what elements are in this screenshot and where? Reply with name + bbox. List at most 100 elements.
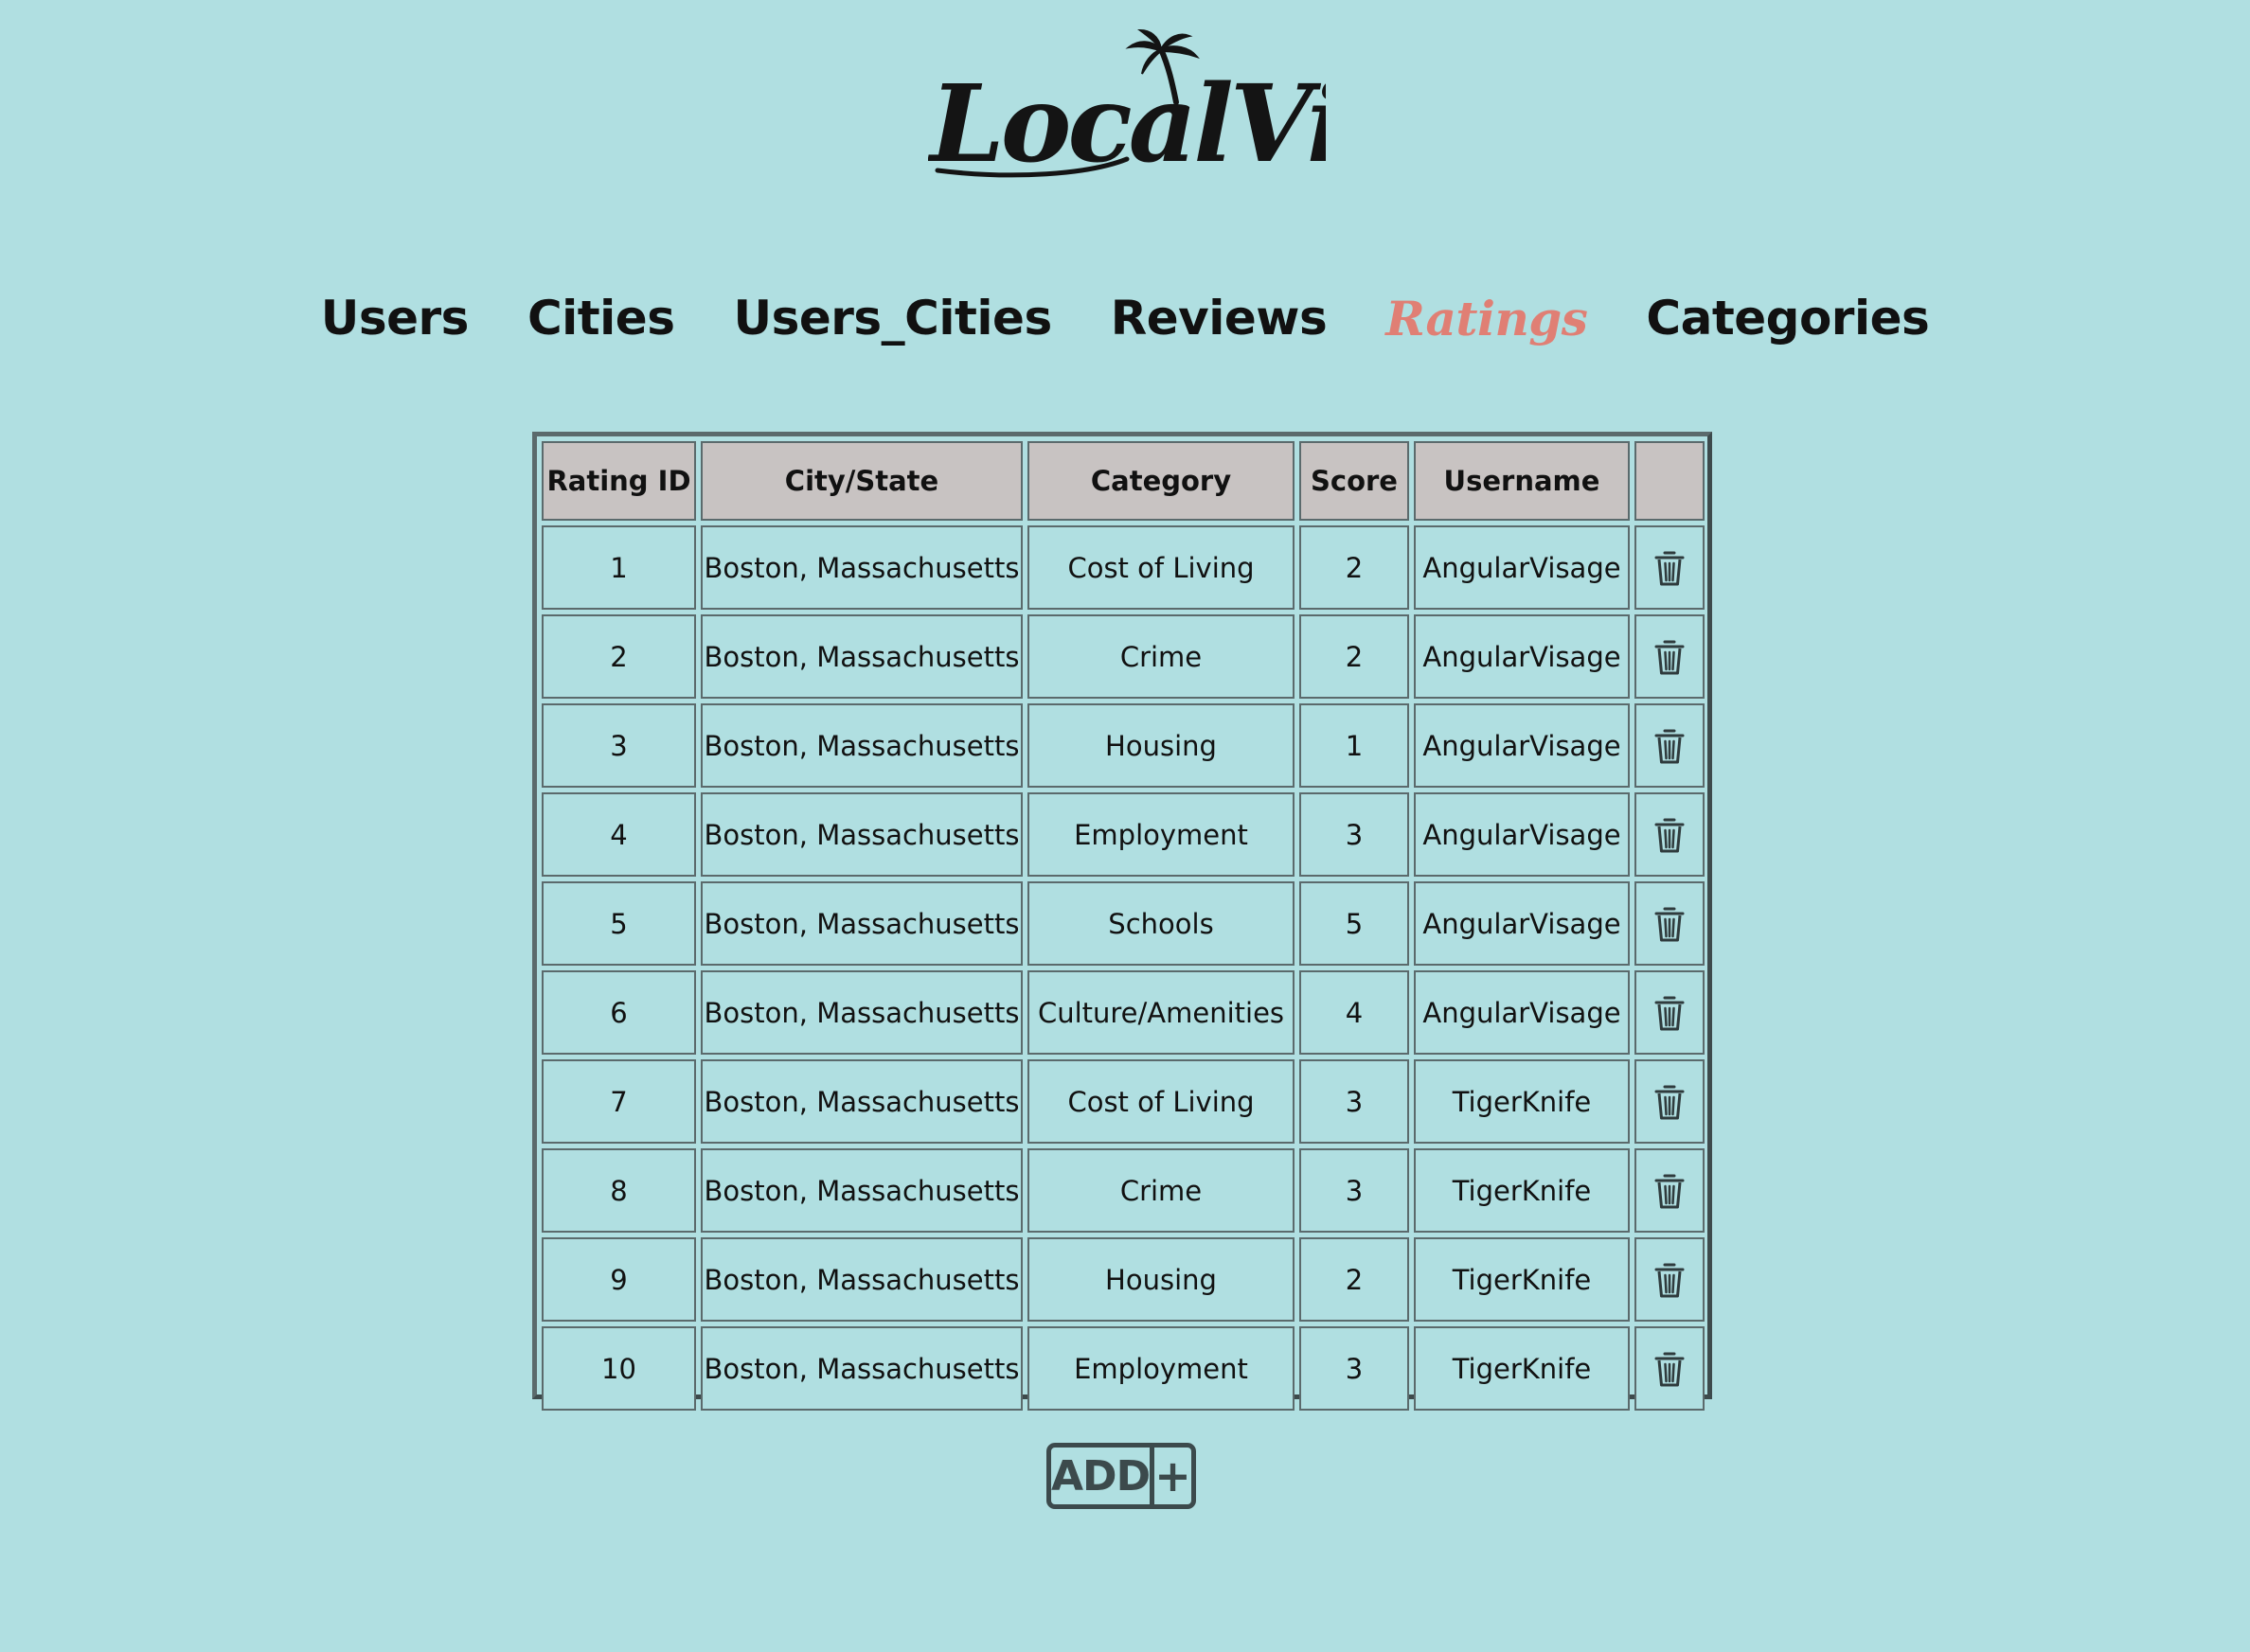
cell-actions xyxy=(1634,970,1705,1055)
cell-rating-id: 3 xyxy=(542,703,696,788)
cell-username: AngularVisage xyxy=(1414,525,1630,610)
trash-icon[interactable] xyxy=(1653,905,1686,943)
cell-rating-id: 8 xyxy=(542,1148,696,1233)
plus-icon: + xyxy=(1150,1448,1191,1504)
cell-actions xyxy=(1634,881,1705,966)
cell-rating-id: 5 xyxy=(542,881,696,966)
cell-username: TigerKnife xyxy=(1414,1059,1630,1144)
cell-city-state: Boston, Massachusetts xyxy=(701,614,1023,699)
cell-category: Crime xyxy=(1027,1148,1295,1233)
cell-city-state: Boston, Massachusetts xyxy=(701,1059,1023,1144)
cell-city-state: Boston, Massachusetts xyxy=(701,703,1023,788)
table-row: 9 Boston, Massachusetts Housing 2 TigerKnife xyxy=(542,1237,1705,1322)
cell-rating-id: 2 xyxy=(542,614,696,699)
table-row: 5 Boston, Massachusetts Schools 5 AngularVis… xyxy=(542,881,1705,966)
logo-graphic: LocalVibes xyxy=(928,28,1326,180)
cell-city-state: Boston, Massachusetts xyxy=(701,1148,1023,1233)
table-row: 2 Boston, Massachusetts Crime 2 AngularVisag… xyxy=(542,614,1705,699)
cell-category: Housing xyxy=(1027,1237,1295,1322)
ratings-table-container: Rating ID City/State Category Score User… xyxy=(532,432,1712,1411)
cell-city-state: Boston, Massachusetts xyxy=(701,970,1023,1055)
cell-actions xyxy=(1634,703,1705,788)
cell-city-state: Boston, Massachusetts xyxy=(701,1326,1023,1411)
cell-score: 3 xyxy=(1299,1326,1409,1411)
trash-icon[interactable] xyxy=(1653,816,1686,854)
cell-username: AngularVisage xyxy=(1414,970,1630,1055)
cell-score: 5 xyxy=(1299,881,1409,966)
table-row: 8 Boston, Massachusetts Crime 3 TigerKnife xyxy=(542,1148,1705,1233)
table-row: 4 Boston, Massachusetts Employment 3 Angular… xyxy=(542,792,1705,877)
table-row: 10 Boston, Massachusetts Employment 3 TigerK… xyxy=(542,1326,1705,1411)
cell-actions xyxy=(1634,614,1705,699)
table-header-row: Rating ID City/State Category Score User… xyxy=(542,441,1705,521)
cell-username: TigerKnife xyxy=(1414,1326,1630,1411)
trash-icon[interactable] xyxy=(1653,1350,1686,1388)
add-button-label: ADD xyxy=(1051,1451,1151,1501)
table-row: 1 Boston, Massachusetts Cost of Living 2 Ang… xyxy=(542,525,1705,610)
nav-categories[interactable]: Categories xyxy=(1646,291,1929,346)
trash-icon[interactable] xyxy=(1653,1172,1686,1210)
table-row: 3 Boston, Massachusetts Housing 1 AngularVis… xyxy=(542,703,1705,788)
cell-actions xyxy=(1634,1237,1705,1322)
cell-actions xyxy=(1634,792,1705,877)
ratings-table: Rating ID City/State Category Score User… xyxy=(537,436,1709,1415)
cell-category: Crime xyxy=(1027,614,1295,699)
cell-city-state: Boston, Massachusetts xyxy=(701,525,1023,610)
trash-icon[interactable] xyxy=(1653,994,1686,1032)
trash-icon[interactable] xyxy=(1653,638,1686,676)
trash-icon[interactable] xyxy=(1653,727,1686,765)
trash-icon[interactable] xyxy=(1653,1083,1686,1121)
logo: LocalVibes xyxy=(928,28,1326,180)
cell-category: Cost of Living xyxy=(1027,1059,1295,1144)
cell-actions xyxy=(1634,1148,1705,1233)
cell-category: Housing xyxy=(1027,703,1295,788)
cell-rating-id: 7 xyxy=(542,1059,696,1144)
cell-score: 2 xyxy=(1299,614,1409,699)
cell-score: 1 xyxy=(1299,703,1409,788)
nav-users[interactable]: Users xyxy=(321,291,470,346)
main-nav: Users Cities Users_Cities Reviews Rating… xyxy=(0,280,2250,356)
header-score: Score xyxy=(1299,441,1409,521)
cell-score: 3 xyxy=(1299,1148,1409,1233)
cell-category: Employment xyxy=(1027,792,1295,877)
cell-city-state: Boston, Massachusetts xyxy=(701,792,1023,877)
cell-rating-id: 6 xyxy=(542,970,696,1055)
cell-actions xyxy=(1634,1326,1705,1411)
cell-rating-id: 4 xyxy=(542,792,696,877)
header-city-state: City/State xyxy=(701,441,1023,521)
cell-rating-id: 10 xyxy=(542,1326,696,1411)
cell-score: 3 xyxy=(1299,1059,1409,1144)
table-body: 1 Boston, Massachusetts Cost of Living 2 Ang… xyxy=(542,525,1705,1411)
cell-category: Culture/Amenities xyxy=(1027,970,1295,1055)
nav-reviews[interactable]: Reviews xyxy=(1111,291,1328,346)
table-row: 7 Boston, Massachusetts Cost of Living 3 Tig… xyxy=(542,1059,1705,1144)
add-rating-button[interactable]: ADD + xyxy=(1046,1443,1196,1509)
cell-username: TigerKnife xyxy=(1414,1148,1630,1233)
cell-username: AngularVisage xyxy=(1414,881,1630,966)
nav-ratings[interactable]: Ratings xyxy=(1385,291,1588,346)
nav-cities[interactable]: Cities xyxy=(527,291,675,346)
cell-city-state: Boston, Massachusetts xyxy=(701,881,1023,966)
header-username: Username xyxy=(1414,441,1630,521)
logo-text: LocalVibes xyxy=(928,62,1326,180)
cell-score: 2 xyxy=(1299,1237,1409,1322)
cell-category: Cost of Living xyxy=(1027,525,1295,610)
cell-username: AngularVisage xyxy=(1414,703,1630,788)
cell-category: Employment xyxy=(1027,1326,1295,1411)
header-actions xyxy=(1634,441,1705,521)
header-rating-id: Rating ID xyxy=(542,441,696,521)
cell-rating-id: 9 xyxy=(542,1237,696,1322)
cell-score: 4 xyxy=(1299,970,1409,1055)
cell-city-state: Boston, Massachusetts xyxy=(701,1237,1023,1322)
cell-score: 2 xyxy=(1299,525,1409,610)
nav-users-cities[interactable]: Users_Cities xyxy=(733,291,1052,346)
header-category: Category xyxy=(1027,441,1295,521)
cell-score: 3 xyxy=(1299,792,1409,877)
cell-actions xyxy=(1634,525,1705,610)
cell-rating-id: 1 xyxy=(542,525,696,610)
trash-icon[interactable] xyxy=(1653,549,1686,587)
cell-username: TigerKnife xyxy=(1414,1237,1630,1322)
cell-actions xyxy=(1634,1059,1705,1144)
trash-icon[interactable] xyxy=(1653,1261,1686,1299)
table-row: 6 Boston, Massachusetts Culture/Amenities 4… xyxy=(542,970,1705,1055)
